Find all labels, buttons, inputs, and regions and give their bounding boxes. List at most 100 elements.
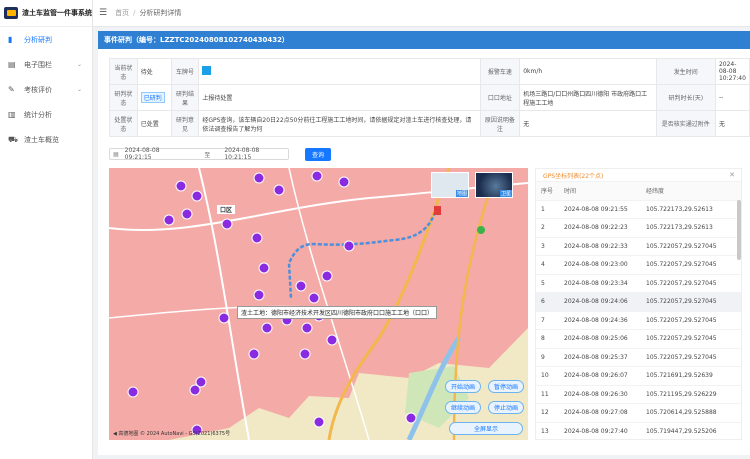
truck-marker-icon[interactable] bbox=[313, 416, 325, 428]
label-judge-opinion: 研判意见 bbox=[170, 110, 200, 137]
fence-icon: ▤ bbox=[8, 60, 16, 69]
gps-table-row[interactable]: 5 2024-08-08 09:23:34 105.722057,29.527045 bbox=[536, 275, 741, 293]
label-judge-result: 研判结果 bbox=[170, 84, 200, 111]
column-coords: 经纬度 bbox=[646, 188, 665, 196]
value-address: 机场三路口/口口州路口四川德阳 市政府路口工程施工工地 bbox=[519, 84, 657, 111]
truck-marker-icon[interactable] bbox=[308, 292, 320, 304]
gps-table-row[interactable]: 4 2024-08-08 09:23:00 105.722057,29.527045 bbox=[536, 256, 741, 275]
sidebar-item[interactable]: ▤ 电子围栏 ⌄ bbox=[0, 52, 92, 77]
close-icon[interactable]: ✕ bbox=[729, 171, 735, 179]
top-bar: ☰ 首页 / 分析研判详情 bbox=[93, 0, 750, 27]
truck-marker-icon[interactable] bbox=[273, 184, 285, 196]
label-address: 口口地址 bbox=[479, 84, 521, 111]
gps-table-row[interactable]: 7 2024-08-08 09:24:36 105.722057,29.527045 bbox=[536, 312, 741, 330]
gps-table-row[interactable]: 8 2024-08-08 09:25:06 105.722057,29.527045 bbox=[536, 330, 741, 349]
gps-table-row[interactable]: 9 2024-08-08 09:25:37 105.722057,29.527045 bbox=[536, 349, 741, 367]
stop-animation-button[interactable]: 停止动画 bbox=[488, 401, 524, 414]
gps-table-row[interactable]: 1 2024-08-08 09:21:55 105.722173,29.52613 bbox=[536, 201, 741, 219]
row-time: 2024-08-08 09:22:23 bbox=[564, 224, 628, 232]
map-canvas[interactable] bbox=[109, 168, 528, 440]
row-time: 2024-08-08 09:25:06 bbox=[564, 335, 628, 343]
truck-marker-icon[interactable] bbox=[338, 176, 350, 188]
truck-marker-icon[interactable] bbox=[321, 270, 333, 282]
truck-marker-icon[interactable] bbox=[253, 289, 265, 301]
district-label: 口区 bbox=[217, 205, 236, 214]
site-marker-icon[interactable] bbox=[477, 226, 485, 234]
app-logo[interactable]: 渣土车监管一件事系统 bbox=[0, 0, 92, 27]
row-index: 6 bbox=[541, 298, 545, 306]
label-plate: 车牌号 bbox=[170, 58, 200, 85]
gps-table-row[interactable]: 2 2024-08-08 09:22:23 105.722173,29.52613 bbox=[536, 219, 741, 238]
gps-table-row[interactable]: 11 2024-08-08 09:26:30 105.721195,29.52622… bbox=[536, 386, 741, 404]
panel-title: 事件研判（编号：LZZTC20240808102740430432） bbox=[98, 31, 750, 49]
gps-table-header: 序号 时间 经纬度 bbox=[536, 182, 741, 201]
breadcrumb-home[interactable]: 首页 bbox=[115, 8, 129, 18]
truck-marker-icon[interactable] bbox=[189, 384, 201, 396]
row-time: 2024-08-08 09:26:30 bbox=[564, 390, 628, 398]
query-button[interactable]: 查询 bbox=[305, 147, 332, 161]
gps-table-row[interactable]: 10 2024-08-08 09:26:07 105.721691,29.52639 bbox=[536, 367, 741, 386]
row-index: 7 bbox=[541, 316, 545, 324]
gps-list-title: GPS坐标列表(22个点) bbox=[543, 172, 604, 180]
gps-table-row[interactable]: 6 2024-08-08 09:24:06 105.722057,29.527045 bbox=[536, 293, 741, 312]
gps-list-header: GPS坐标列表(22个点) ✕ bbox=[536, 169, 741, 182]
sidebar-item-label: 电子围栏 bbox=[24, 60, 52, 69]
track-map[interactable]: 口区 渣土工地：德阳市经济技术开发区四川德阳市政府口口施工工地（口口） 地图 卫… bbox=[109, 168, 528, 440]
truck-marker-icon[interactable] bbox=[295, 280, 307, 292]
start-flag-icon[interactable] bbox=[434, 206, 441, 215]
date-start[interactable]: 2024-08-08 09:21:15 bbox=[125, 147, 189, 161]
truck-marker-icon[interactable] bbox=[301, 322, 313, 334]
value-judge-result: 上报待处置 bbox=[198, 84, 481, 111]
truck-marker-icon[interactable] bbox=[253, 172, 265, 184]
date-range-row: ▦ 2024-08-08 09:21:15 至 2024-08-08 10:21… bbox=[109, 147, 332, 161]
date-end[interactable]: 2024-08-08 10:21:15 bbox=[224, 147, 288, 161]
date-range-picker[interactable]: ▦ 2024-08-08 09:21:15 至 2024-08-08 10:21… bbox=[109, 147, 289, 161]
truck-marker-icon[interactable] bbox=[163, 214, 175, 226]
map-view-switch[interactable]: 地图 bbox=[431, 172, 469, 198]
sidebar-item[interactable]: ⛟ 渣土车概览 bbox=[0, 127, 92, 152]
truck-marker-icon[interactable] bbox=[405, 412, 417, 424]
truck-marker-icon[interactable] bbox=[343, 240, 355, 252]
truck-marker-icon[interactable] bbox=[181, 208, 193, 220]
truck-marker-icon[interactable] bbox=[127, 386, 139, 398]
truck-marker-icon[interactable] bbox=[175, 180, 187, 192]
gps-table-row[interactable]: 3 2024-08-08 09:22:33 105.722057,29.527045 bbox=[536, 238, 741, 256]
satellite-view-switch[interactable]: 卫星 bbox=[475, 172, 513, 198]
truck-marker-icon[interactable] bbox=[261, 322, 273, 334]
label-dispose-status: 处置状态 bbox=[109, 110, 138, 137]
app-title: 渣土车监管一件事系统 bbox=[22, 9, 92, 17]
sidebar-item[interactable]: ▮ 分析研判 bbox=[0, 27, 92, 52]
resume-animation-button[interactable]: 继续动画 bbox=[445, 401, 481, 414]
row-coords: 105.721691,29.52639 bbox=[646, 372, 713, 380]
row-time: 2024-08-08 09:23:00 bbox=[564, 261, 628, 269]
row-time: 2024-08-08 09:25:37 bbox=[564, 353, 628, 361]
value-dispose-status: 已处置 bbox=[136, 110, 172, 137]
truck-marker-icon[interactable] bbox=[258, 262, 270, 274]
gps-list-scrollbar[interactable] bbox=[737, 200, 741, 260]
truck-marker-icon[interactable] bbox=[248, 348, 260, 360]
truck-marker-icon[interactable] bbox=[251, 232, 263, 244]
row-time: 2024-08-08 09:23:34 bbox=[564, 279, 628, 287]
truck-marker-icon[interactable] bbox=[218, 312, 230, 324]
gps-table-row[interactable]: 12 2024-08-08 09:27:08 105.720614,29.52588… bbox=[536, 404, 741, 423]
gps-table-row[interactable]: 13 2024-08-08 09:27:40 105.719447,29.52520… bbox=[536, 423, 741, 440]
info-row: 当前状态 待处 车牌号 报警车速 0km/h 发生时间 2024-08-08 1… bbox=[109, 58, 750, 85]
sidebar-item-label: 统计分析 bbox=[24, 110, 52, 119]
row-time: 2024-08-08 09:27:08 bbox=[564, 409, 628, 417]
row-coords: 105.722057,29.527045 bbox=[646, 353, 717, 361]
start-animation-button[interactable]: 开始动画 bbox=[445, 380, 481, 393]
row-coords: 105.722057,29.527045 bbox=[646, 242, 717, 250]
fullscreen-button[interactable]: 全屏显示 bbox=[449, 422, 523, 435]
truck-marker-icon[interactable] bbox=[191, 190, 203, 202]
pause-animation-button[interactable]: 暂停动画 bbox=[488, 380, 524, 393]
truck-marker-icon[interactable] bbox=[221, 218, 233, 230]
sidebar-item[interactable]: ✎ 考核评价 ⌄ bbox=[0, 77, 92, 102]
hamburger-icon[interactable]: ☰ bbox=[99, 8, 107, 18]
row-time: 2024-08-08 09:21:55 bbox=[564, 205, 628, 213]
sidebar-item[interactable]: ▥ 统计分析 bbox=[0, 102, 92, 127]
truck-marker-icon[interactable] bbox=[299, 348, 311, 360]
truck-marker-icon[interactable] bbox=[326, 334, 338, 346]
row-coords: 105.721195,29.526229 bbox=[646, 390, 717, 398]
truck-marker-icon[interactable] bbox=[311, 170, 323, 182]
value-occur-time: 2024-08-08 10:27:40 bbox=[714, 58, 750, 85]
